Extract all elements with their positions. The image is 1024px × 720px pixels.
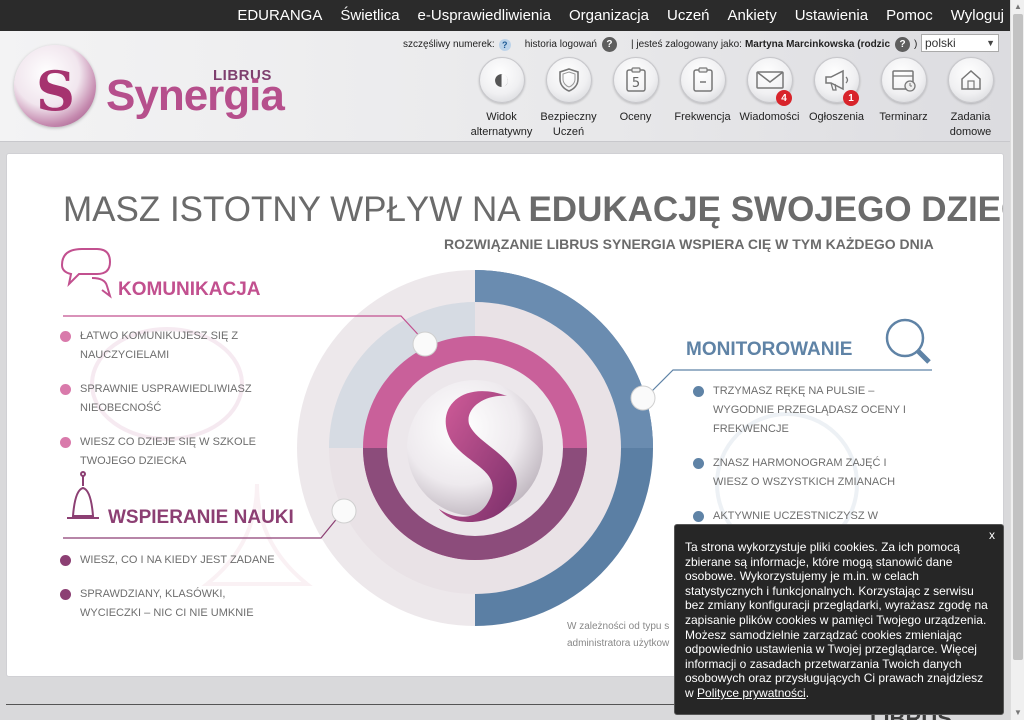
vertical-scrollbar[interactable]: ▲ ▼	[1010, 0, 1024, 720]
wspieranie-list: WIESZ, CO I NA KIEDY JEST ZADANE SPRAWDZ…	[60, 551, 300, 638]
speech-bubbles-icon	[60, 248, 112, 299]
monitorowanie-title: MONITOROWANIE	[686, 339, 853, 360]
logged-in-label: | jesteś zalogowany jako:	[630, 39, 742, 50]
menu-organizacja[interactable]: Organizacja	[569, 7, 649, 24]
menu-swietlica[interactable]: Świetlica	[340, 7, 399, 24]
menu-ustawienia[interactable]: Ustawienia	[795, 7, 868, 24]
list-item: ŁATWO KOMUNIKUJESZ SIĘ Z NAUCZYCIELAMI	[60, 327, 330, 365]
login-history-help-icon[interactable]: ?	[601, 37, 617, 52]
cookie-text: Ta strona wykorzystuje pliki cookies. Za…	[685, 540, 988, 700]
user-info-bar: szczęśliwy numerek: ? historia logowań ?…	[403, 37, 917, 52]
nav-label: Frekwencja	[674, 111, 731, 123]
top-menu: EDURANGA Świetlica e-Usprawiedliwienia O…	[0, 0, 1010, 31]
privacy-policy-link[interactable]: Polityce prywatności	[697, 686, 806, 700]
logo-synergia-text[interactable]: Synergia	[106, 71, 285, 121]
contrast-icon: ◐	[478, 57, 525, 103]
cookie-consent-popup: x Ta strona wykorzystuje pliki cookies. …	[674, 524, 1004, 715]
nav-label: Terminarz	[879, 111, 928, 123]
nav-bezpieczny-uczen[interactable]: Bezpieczny Uczeń	[535, 57, 602, 140]
announcements-count-badge: 1	[843, 90, 859, 106]
nav-frekwencja[interactable]: Frekwencja	[669, 57, 736, 140]
menu-e-usprawiedliwienia[interactable]: e-Usprawiedliwienia	[418, 7, 551, 24]
header: S LIBRUS Synergia szczęśliwy numerek: ? …	[0, 31, 1010, 142]
scroll-down-arrow-icon[interactable]: ▼	[1013, 708, 1023, 718]
scroll-up-arrow-icon[interactable]: ▲	[1013, 2, 1023, 12]
shield-icon	[545, 57, 592, 103]
nav-zadania-domowe[interactable]: Zadania domowe	[937, 57, 1004, 140]
list-item: WIESZ CO DZIEJE SIĘ W SZKOLE TWOJEGO DZI…	[60, 433, 270, 471]
language-value: polski	[925, 36, 956, 50]
user-name: Martyna Marcinkowska (rodzic	[744, 39, 891, 50]
cookie-close-button[interactable]: x	[989, 528, 995, 543]
nav-label: Bezpieczny Uczeń	[540, 111, 597, 138]
messages-count-badge: 4	[776, 90, 792, 106]
menu-eduranga[interactable]: EDURANGA	[237, 7, 322, 24]
list-item: ZNASZ HARMONOGRAM ZAJĘĆ I WIESZ O WSZYST…	[693, 454, 913, 492]
clipboard-icon	[679, 57, 726, 103]
nav-oceny[interactable]: 5 Oceny	[602, 57, 669, 140]
list-item: SPRAWDZIANY, KLASÓWKI, WYCIECZKI – NIC C…	[60, 585, 280, 623]
nav-terminarz[interactable]: Terminarz	[870, 57, 937, 140]
calendar-icon	[880, 57, 927, 103]
cookie-text-end: .	[805, 685, 810, 700]
scroll-thumb[interactable]	[1013, 14, 1023, 660]
svg-text:5: 5	[631, 76, 639, 91]
main-nav: ◐ Widok alternatywny Bezpieczny Uczeń 5 …	[468, 57, 1004, 140]
nav-label: Wiadomości	[739, 111, 800, 123]
login-history-link[interactable]: historia logowań	[525, 39, 597, 50]
nav-label: Zadania domowe	[949, 111, 992, 138]
user-help-icon[interactable]: ?	[895, 37, 911, 52]
list-item: SPRAWNIE USPRAWIEDLIWIASZ NIEOBECNOŚĆ	[60, 380, 270, 418]
nav-label: Widok alternatywny	[470, 111, 533, 138]
menu-ankiety[interactable]: Ankiety	[728, 7, 777, 24]
menu-uczen[interactable]: Uczeń	[667, 7, 710, 24]
language-select[interactable]: polski ▼	[921, 34, 999, 52]
nav-ogloszenia[interactable]: 1 Ogłoszenia	[803, 57, 870, 140]
chevron-down-icon: ▼	[986, 38, 995, 48]
wspieranie-title: WSPIERANIE NAUKI	[108, 507, 294, 528]
menu-wyloguj[interactable]: Wyloguj	[951, 7, 1004, 24]
user-suffix: )	[914, 39, 918, 50]
house-icon	[947, 57, 994, 103]
magnifier-icon	[885, 318, 931, 364]
menu-pomoc[interactable]: Pomoc	[886, 7, 933, 24]
komunikacja-list: ŁATWO KOMUNIKUJESZ SIĘ Z NAUCZYCIELAMI S…	[60, 327, 330, 486]
komunikacja-title: KOMUNIKACJA	[118, 279, 261, 300]
nav-label: Oceny	[619, 111, 652, 123]
nav-wiadomosci[interactable]: 4 Wiadomości	[736, 57, 803, 140]
nav-widok-alternatywny[interactable]: ◐ Widok alternatywny	[468, 57, 535, 140]
lucky-number-label: szczęśliwy numerek:	[403, 39, 495, 50]
list-item: WIESZ, CO I NA KIEDY JEST ZADANE	[60, 551, 300, 570]
lucky-number-help-icon[interactable]: ?	[498, 38, 511, 51]
footnote: W zależności od typu s administratora uż…	[567, 621, 670, 649]
nav-label: Ogłoszenia	[808, 111, 865, 123]
librus-logo-icon[interactable]: S	[14, 45, 96, 127]
list-item: TRZYMASZ RĘKĘ NA PULSIE – WYGODNIE PRZEG…	[693, 382, 925, 439]
grade-icon: 5	[612, 57, 659, 103]
